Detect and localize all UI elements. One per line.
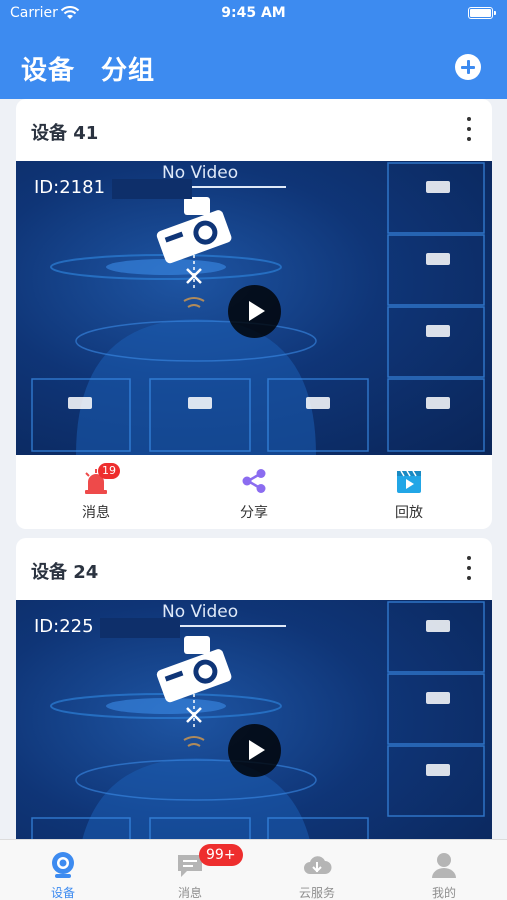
playback-action-label: 回放 [395,505,423,521]
tab-me[interactable]: 我的 [381,840,507,900]
play-button[interactable] [228,285,281,338]
play-button[interactable] [228,724,281,777]
tab-cloud[interactable]: 云服务 [254,840,380,900]
user-icon [432,853,456,878]
device-id-label: ID:2181 [34,177,106,198]
share-icon [242,469,266,493]
nav-tab-devices[interactable]: 设备 [21,50,75,87]
add-device-button[interactable] [455,54,481,80]
tab-messages-label: 消息 [177,886,202,900]
id-redaction-mask [100,618,180,638]
tab-devices[interactable]: 设备 [0,840,126,900]
device-title: 设备 41 [31,123,99,144]
app-header: Carrier 9:45 AM 设备 分组 [0,0,507,99]
camera-graphic-icon [156,197,232,264]
cloud-icon [304,856,332,874]
tab-devices-label: 设备 [50,886,75,900]
playback-action[interactable]: 回放 [349,455,469,529]
status-bar: Carrier 9:45 AM [0,0,507,28]
device-card: 设备 41 No Video ID:2181 19 消息 分享 回放 [16,99,492,529]
device-title: 设备 24 [31,562,99,583]
divider [162,625,286,627]
battery-icon [468,7,496,19]
messages-action-label: 消息 [82,505,110,521]
device-card: 设备 24 No Video ID:225 [16,538,492,839]
tab-messages[interactable]: 99+ 消息 [127,840,253,900]
messages-badge: 99+ [199,844,243,866]
bottom-tab-bar: 设备 99+ 消息 云服务 我的 [0,839,507,900]
more-options-icon[interactable] [464,554,474,582]
nav-tab-groups[interactable]: 分组 [101,50,155,87]
share-action-label: 分享 [240,505,268,521]
messages-badge: 19 [98,463,120,479]
video-playback-icon [397,470,421,493]
video-preview[interactable]: No Video ID:225 [16,600,492,839]
more-options-icon[interactable] [464,115,474,143]
status-time: 9:45 AM [221,5,286,21]
id-redaction-mask [112,179,192,199]
camera-icon [52,852,74,878]
camera-graphic-icon [156,636,232,703]
device-list[interactable]: 设备 41 No Video ID:2181 19 消息 分享 回放 设备 24… [0,99,507,839]
video-preview[interactable]: No Video ID:2181 [16,161,492,455]
share-action[interactable]: 分享 [194,455,314,529]
device-actions: 19 消息 分享 回放 [16,455,492,529]
tab-me-label: 我的 [431,886,456,900]
device-id-label: ID:225 [34,616,94,637]
tab-cloud-label: 云服务 [298,886,335,900]
messages-action[interactable]: 19 消息 [36,455,156,529]
